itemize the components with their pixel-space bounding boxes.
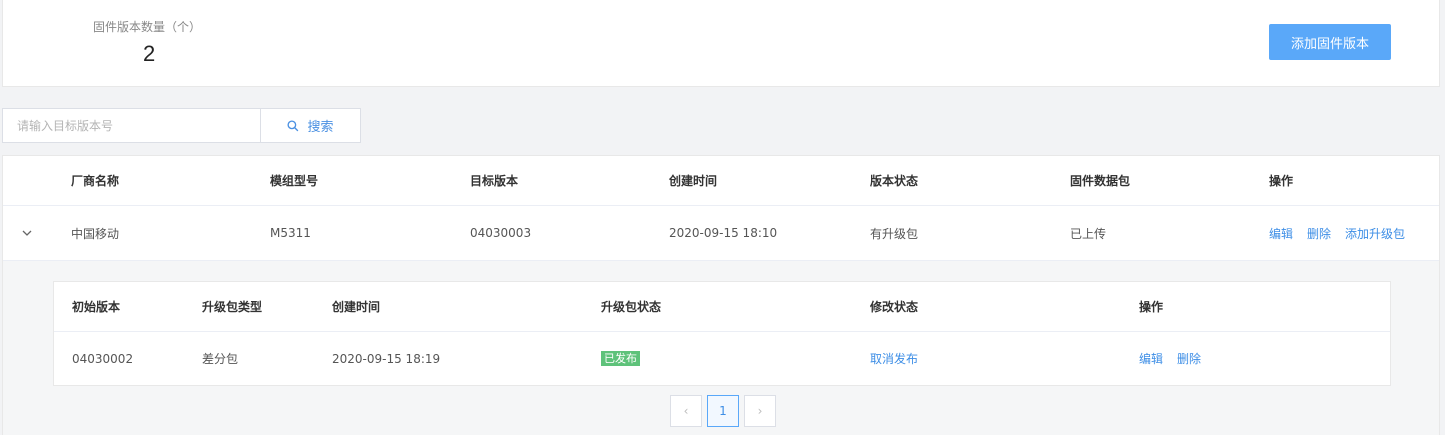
firmware-count-label: 固件版本数量（个） — [93, 20, 202, 34]
search-icon — [287, 119, 299, 131]
sub-cell-initial-version: 04030002 — [72, 351, 134, 366]
add-firmware-version-button[interactable]: 添加固件版本 — [1269, 24, 1391, 60]
cell-actions: 编辑 删除 添加升级包 — [1269, 206, 1419, 260]
upgrade-package-table: 初始版本 升级包类型 创建时间 升级包状态 修改状态 操作 04030002 差… — [53, 281, 1391, 386]
sub-cell-created: 2020-09-15 18:19 — [332, 351, 441, 366]
sub-col-header-initial-version: 初始版本 — [72, 300, 121, 314]
chevron-right-icon: › — [757, 404, 763, 418]
add-upgrade-package-link[interactable]: 添加升级包 — [1345, 225, 1405, 242]
cell-created: 2020-09-15 18:10 — [669, 226, 778, 240]
sub-col-header-status: 升级包状态 — [601, 300, 662, 314]
search-button-label: 搜索 — [307, 120, 334, 135]
next-page-button[interactable]: › — [744, 395, 776, 427]
firmware-count-value: 2 — [143, 41, 156, 66]
cell-package: 已上传 — [1070, 226, 1107, 241]
sub-col-header-created: 创建时间 — [332, 300, 381, 314]
firmware-table: 厂商名称 模组型号 目标版本 创建时间 版本状态 固件数据包 操作 中国移动 M… — [2, 155, 1440, 435]
edit-link[interactable]: 编辑 — [1269, 225, 1293, 242]
col-header-package: 固件数据包 — [1070, 174, 1131, 188]
sub-col-header-package-type: 升级包类型 — [202, 300, 263, 314]
sub-table-header-row: 初始版本 升级包类型 创建时间 升级包状态 修改状态 操作 — [54, 282, 1390, 332]
chevron-left-icon: ‹ — [683, 404, 689, 418]
search-input[interactable] — [2, 108, 261, 143]
published-status-badge: 已发布 — [601, 351, 640, 366]
sub-table-row: 04030002 差分包 2020-09-15 18:19 已发布 取消发布 编… — [54, 332, 1390, 385]
delete-link[interactable]: 删除 — [1307, 225, 1331, 242]
table-header-row: 厂商名称 模组型号 目标版本 创建时间 版本状态 固件数据包 操作 — [3, 156, 1439, 206]
col-header-model: 模组型号 — [270, 174, 319, 188]
sub-delete-link[interactable]: 删除 — [1177, 350, 1201, 367]
cell-vendor: 中国移动 — [71, 226, 120, 241]
col-header-created: 创建时间 — [669, 174, 718, 188]
summary-panel: 固件版本数量（个） 2 添加固件版本 — [2, 0, 1440, 87]
sub-col-header-actions: 操作 — [1139, 300, 1164, 314]
cell-model: M5311 — [270, 226, 311, 240]
sub-cell-status: 已发布 — [601, 332, 640, 385]
cell-target-version: 04030003 — [470, 226, 532, 240]
sub-cell-package-type: 差分包 — [202, 352, 239, 366]
col-header-target-version: 目标版本 — [470, 174, 519, 188]
sub-edit-link[interactable]: 编辑 — [1139, 350, 1163, 367]
sub-cell-change-status: 取消发布 — [870, 332, 932, 385]
search-button[interactable]: 搜索 — [261, 108, 361, 143]
cell-version-status: 有升级包 — [870, 226, 919, 241]
page-button-1[interactable]: 1 — [707, 395, 739, 427]
sub-col-header-change-status: 修改状态 — [870, 300, 919, 314]
col-header-version-status: 版本状态 — [870, 174, 919, 188]
prev-page-button[interactable]: ‹ — [670, 395, 702, 427]
pagination: ‹ 1 › — [670, 395, 776, 427]
col-header-actions: 操作 — [1269, 174, 1294, 188]
col-header-vendor: 厂商名称 — [71, 174, 120, 188]
chevron-down-icon — [22, 230, 32, 236]
table-row: 中国移动 M5311 04030003 2020-09-15 18:10 有升级… — [3, 206, 1439, 261]
sub-cell-actions: 编辑 删除 — [1139, 332, 1215, 385]
expand-toggle[interactable] — [21, 206, 33, 260]
unpublish-link[interactable]: 取消发布 — [870, 350, 918, 367]
